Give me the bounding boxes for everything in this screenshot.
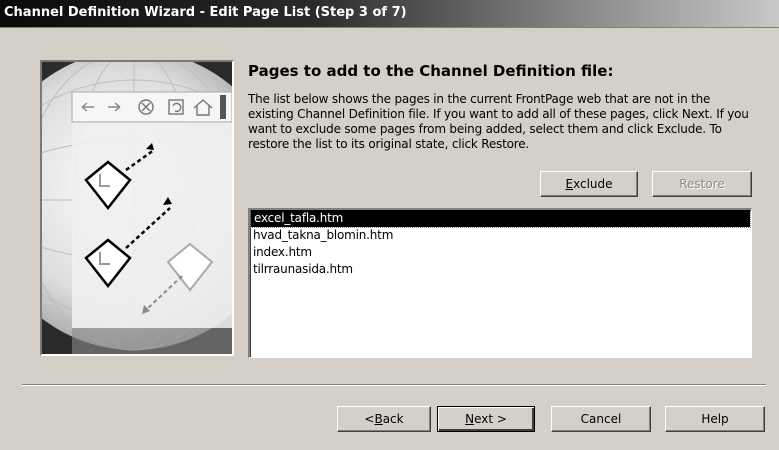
next-label: ext >	[474, 412, 507, 426]
back-prefix: <	[364, 412, 375, 426]
next-button[interactable]: Next >	[437, 406, 535, 432]
exclude-mnemonic: E	[565, 177, 574, 191]
exclude-button[interactable]: Exclude	[540, 171, 638, 197]
restore-button[interactable]: Restore	[652, 171, 752, 197]
help-button[interactable]: Help	[665, 406, 765, 432]
back-mnemonic: B	[374, 412, 383, 426]
restore-label: Restore	[679, 177, 725, 191]
next-mnemonic: N	[465, 412, 475, 426]
instructions-text: The list below shows the pages in the cu…	[248, 92, 749, 151]
list-item[interactable]: index.htm	[250, 244, 751, 261]
separator	[22, 384, 766, 386]
pages-listbox[interactable]: excel_tafla.htm hvad_takna_blomin.htm in…	[248, 208, 752, 358]
cancel-button[interactable]: Cancel	[551, 406, 651, 432]
exclude-label: xclude	[573, 177, 613, 191]
list-item[interactable]: excel_tafla.htm	[250, 209, 751, 228]
list-item[interactable]: tilrraunasida.htm	[250, 261, 751, 278]
back-label: ack	[382, 412, 404, 426]
cancel-label: Cancel	[580, 412, 622, 426]
page-heading: Pages to add to the Channel Definition f…	[248, 62, 614, 80]
window-title: Channel Definition Wizard - Edit Page Li…	[4, 5, 407, 20]
title-bar: Channel Definition Wizard - Edit Page Li…	[0, 0, 779, 28]
help-label: Help	[701, 412, 729, 426]
list-item[interactable]: hvad_takna_blomin.htm	[250, 227, 751, 244]
wizard-illustration	[40, 60, 234, 356]
back-button[interactable]: < Back	[337, 406, 431, 432]
